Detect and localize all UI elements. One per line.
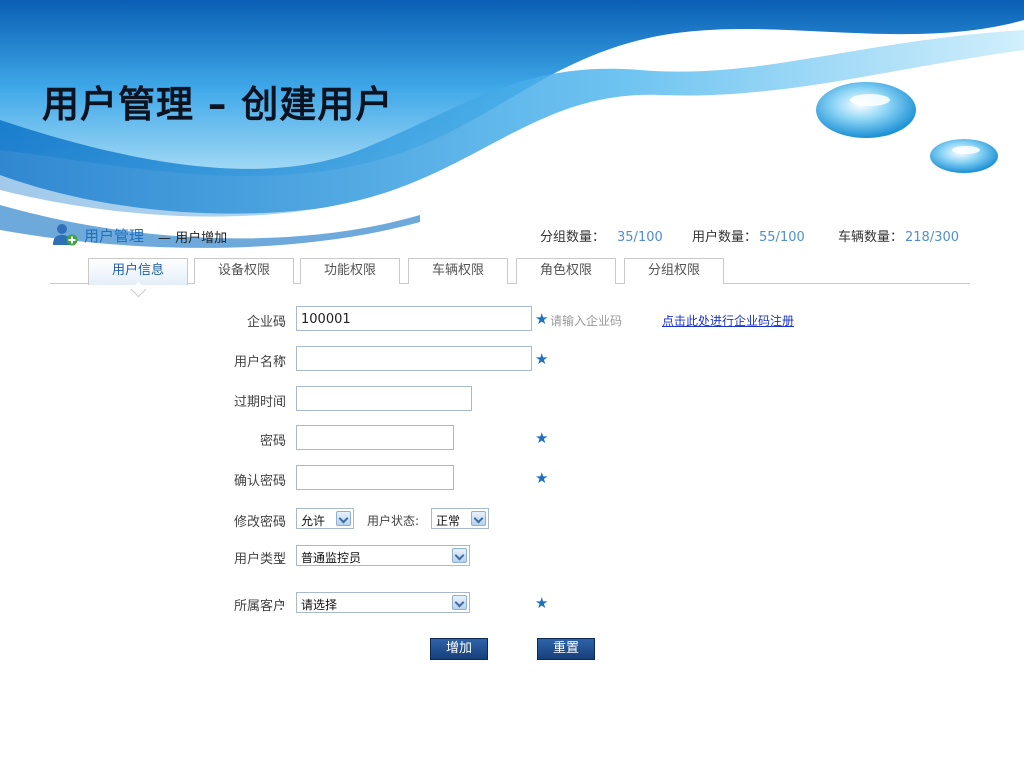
colon: ：	[278, 474, 292, 489]
chevron-down-icon	[471, 511, 486, 526]
tab-vehicle-permissions[interactable]: 车辆权限	[408, 258, 508, 284]
colon: ：	[278, 599, 292, 614]
company-code-row: 企业码 ： 100001 ★ 请输入企业码 点击此处进行企业码注册	[150, 306, 900, 332]
module-title: 用户管理	[84, 227, 145, 245]
vehicle-count-label: 车辆数量：	[838, 230, 904, 245]
colon: ：	[278, 515, 292, 530]
expire-time-row: 过期时间 ：	[150, 386, 900, 412]
group-count-label: 分组数量：	[540, 230, 606, 245]
user-add-icon	[53, 224, 78, 246]
company-code-register-link[interactable]: 点击此处进行企业码注册	[662, 312, 794, 329]
group-count-value: 35/100	[617, 230, 663, 245]
required-star-icon: ★	[535, 594, 549, 612]
user-type-select[interactable]: 普通监控员	[296, 545, 470, 566]
colon: ：	[278, 552, 292, 567]
tab-role-permissions[interactable]: 角色权限	[516, 258, 616, 284]
user-status-value: 正常	[436, 514, 461, 528]
company-code-hint: 请输入企业码	[550, 314, 623, 328]
change-password-row: 修改密码 ： 允许 用户状态: 正常	[150, 506, 900, 532]
tab-bar: 用户信息 设备权限 功能权限 车辆权限 角色权限 分组权限	[50, 258, 970, 285]
chevron-down-icon	[336, 511, 351, 526]
customer-row: 所属客户 ： 请选择 ★	[150, 590, 900, 616]
slide-title: 用户管理 – 创建用户	[42, 83, 394, 126]
user-count-label: 用户数量：	[692, 230, 758, 245]
change-password-select[interactable]: 允许	[296, 508, 354, 529]
change-password-value: 允许	[301, 514, 326, 528]
expire-time-input[interactable]	[296, 386, 472, 411]
tab-group-permissions[interactable]: 分组权限	[624, 258, 724, 284]
tab-function-permissions[interactable]: 功能权限	[300, 258, 400, 284]
group-count-stat: 分组数量： 35/100	[540, 226, 663, 245]
required-star-icon: ★	[535, 469, 549, 487]
tab-user-info[interactable]: 用户信息	[88, 258, 188, 285]
company-code-input[interactable]: 100001	[296, 306, 532, 331]
vehicle-count-value: 218/300	[905, 230, 960, 245]
add-button[interactable]: 增加	[430, 638, 488, 660]
user-count-value: 55/100	[759, 230, 805, 245]
password-row: 密码 ： ★	[150, 425, 900, 451]
required-star-icon: ★	[535, 429, 549, 447]
chevron-down-icon	[452, 595, 467, 610]
chevron-down-icon	[452, 548, 467, 563]
required-star-icon: ★	[535, 350, 549, 368]
password-input[interactable]	[296, 425, 454, 450]
vehicle-count-stat: 车辆数量： 218/300	[838, 226, 959, 245]
colon: ：	[278, 395, 292, 410]
user-count-stat: 用户数量： 55/100	[692, 226, 805, 245]
module-subtitle: — 用户增加	[158, 231, 228, 246]
module-header: 用户管理 — 用户增加 分组数量： 35/100 用户数量： 55/100 车辆数量…	[52, 222, 972, 246]
colon: ：	[278, 315, 292, 330]
required-star-icon: ★	[535, 310, 549, 328]
user-name-input[interactable]	[296, 346, 532, 371]
confirm-password-row: 确认密码 ： ★	[150, 465, 900, 491]
tab-device-permissions[interactable]: 设备权限	[194, 258, 294, 284]
customer-select[interactable]: 请选择	[296, 592, 470, 613]
user-status-label: 用户状态:	[367, 514, 420, 528]
customer-value: 请选择	[301, 598, 338, 612]
user-type-row: 用户类型 ： 普通监控员	[150, 543, 900, 569]
confirm-password-input[interactable]	[296, 465, 454, 490]
user-type-value: 普通监控员	[301, 551, 362, 565]
colon: ：	[278, 355, 292, 370]
colon: ：	[278, 434, 292, 449]
reset-button[interactable]: 重置	[537, 638, 595, 660]
user-status-select[interactable]: 正常	[431, 508, 489, 529]
user-name-row: 用户名称 ： ★	[150, 346, 900, 372]
